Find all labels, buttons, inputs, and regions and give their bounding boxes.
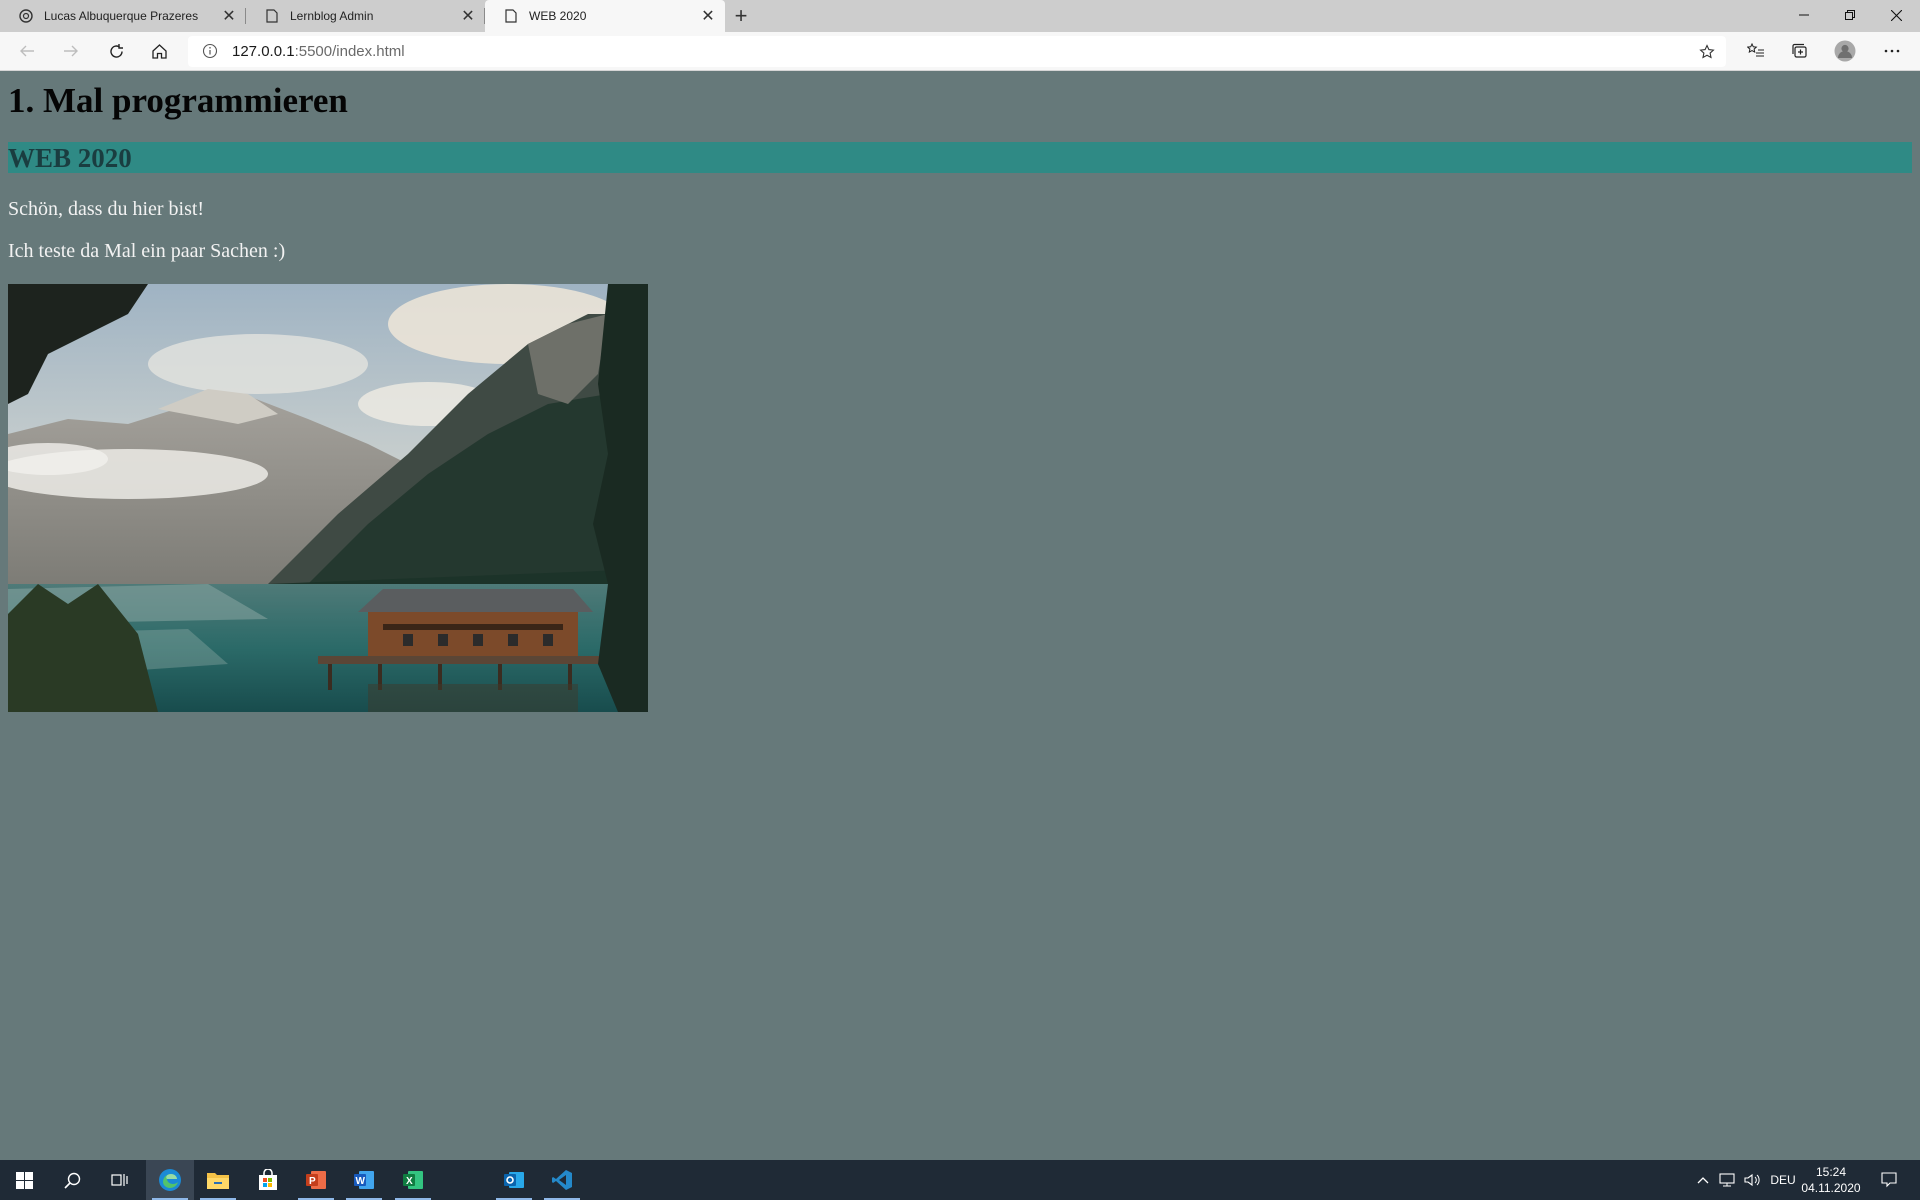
star-icon[interactable] <box>1696 41 1718 63</box>
home-button[interactable] <box>143 36 175 66</box>
tab-title: Lucas Albuquerque Prazeres <box>44 9 199 23</box>
profile-button[interactable] <box>1829 36 1861 66</box>
excel-icon: X <box>403 1171 423 1189</box>
network-icon[interactable] <box>1716 1160 1740 1200</box>
store-icon <box>259 1169 277 1190</box>
tab-title: WEB 2020 <box>529 9 587 23</box>
word-icon: W <box>354 1171 374 1189</box>
address-bar[interactable]: 127.0.0.1:5500/index.html <box>188 36 1726 67</box>
file-explorer-icon <box>207 1173 229 1189</box>
task-view-icon <box>111 1174 128 1186</box>
refresh-icon <box>109 43 123 58</box>
taskbar-edge[interactable] <box>146 1160 194 1200</box>
taskbar-store[interactable] <box>244 1160 292 1200</box>
start-button[interactable] <box>0 1160 48 1200</box>
collections-icon <box>1792 43 1807 58</box>
refresh-button[interactable] <box>100 36 132 66</box>
search-button[interactable] <box>48 1160 96 1200</box>
svg-text:X: X <box>406 1176 413 1187</box>
taskbar-excel[interactable]: X <box>389 1160 437 1200</box>
volume-icon[interactable] <box>1740 1160 1764 1200</box>
taskbar-file-explorer[interactable] <box>194 1160 242 1200</box>
restore-button[interactable] <box>1827 0 1873 30</box>
tab-lernblog[interactable]: Lernblog Admin ✕ <box>246 0 485 32</box>
collections-button[interactable] <box>1784 36 1816 66</box>
info-text: Ich teste da Mal ein paar Sachen :) <box>8 240 286 262</box>
subheading-band <box>8 142 1912 173</box>
browser-toolbar: 127.0.0.1:5500/index.html <box>0 32 1920 71</box>
powerpoint-icon: P <box>306 1171 326 1189</box>
favorites-icon <box>1747 43 1764 57</box>
tab-strip: Lucas Albuquerque Prazeres ✕ Lernblog Ad… <box>0 0 1920 32</box>
clock-time: 15:24 <box>1815 1165 1847 1179</box>
taskbar: P W X DEU 15:24 04.11.2020 <box>0 1160 1920 1200</box>
minimize-button[interactable] <box>1781 0 1827 30</box>
notification-icon <box>1881 1172 1897 1188</box>
task-view-button[interactable] <box>96 1160 144 1200</box>
welcome-text: Schön, dass du hier bist! <box>8 198 205 220</box>
show-hidden-icons-button[interactable] <box>1693 1160 1713 1200</box>
page-heading: 1. Mal programmieren <box>8 81 348 120</box>
more-icon <box>1884 49 1900 53</box>
edge-icon <box>159 1169 181 1191</box>
taskbar-outlook[interactable] <box>490 1160 538 1200</box>
page-subheading: WEB 2020 <box>8 143 132 173</box>
new-tab-button[interactable]: + <box>728 3 754 29</box>
arrow-left-icon <box>20 45 34 57</box>
taskbar-powerpoint[interactable]: P <box>292 1160 340 1200</box>
clock-date: 04.11.2020 <box>1801 1181 1861 1195</box>
home-icon <box>151 43 167 59</box>
page-icon <box>264 8 280 24</box>
back-button[interactable] <box>11 36 43 66</box>
taskbar-word[interactable]: W <box>340 1160 388 1200</box>
lake-mountain-boathouse-photo <box>8 284 648 712</box>
url-path: :5500/index.html <box>294 43 405 60</box>
arrow-right-icon <box>64 45 78 57</box>
avatar-icon <box>1834 40 1856 62</box>
page-icon <box>503 8 519 24</box>
url-text: 127.0.0.1:5500/index.html <box>232 43 405 60</box>
vscode-icon <box>552 1170 572 1190</box>
search-icon <box>63 1172 80 1189</box>
taskbar-vscode[interactable] <box>538 1160 586 1200</box>
start-icon <box>15 1171 33 1189</box>
close-window-button[interactable] <box>1873 0 1919 30</box>
forward-button[interactable] <box>55 36 87 66</box>
svg-text:P: P <box>309 1176 316 1187</box>
svg-text:W: W <box>356 1176 366 1187</box>
web-page: 1. Mal programmieren WEB 2020 Schön, das… <box>0 71 1920 1160</box>
clock[interactable]: 15:24 04.11.2020 <box>1796 1164 1866 1196</box>
site-icon <box>18 8 34 24</box>
close-tab-icon[interactable]: ✕ <box>697 5 719 27</box>
info-icon[interactable] <box>202 43 218 59</box>
tab-web-2020[interactable]: WEB 2020 ✕ <box>485 0 725 32</box>
tab-title: Lernblog Admin <box>290 9 374 23</box>
chevron-up-icon <box>1697 1177 1709 1184</box>
outlook-icon <box>504 1172 524 1188</box>
url-host: 127.0.0.1 <box>232 43 295 60</box>
close-tab-icon[interactable]: ✕ <box>457 5 479 27</box>
language-indicator[interactable]: DEU <box>1766 1160 1800 1200</box>
more-button[interactable] <box>1876 36 1908 66</box>
notification-center-button[interactable] <box>1872 1160 1906 1200</box>
favorites-button[interactable] <box>1740 36 1772 66</box>
close-tab-icon[interactable]: ✕ <box>218 5 240 27</box>
tab-lucas[interactable]: Lucas Albuquerque Prazeres ✕ <box>0 0 246 32</box>
